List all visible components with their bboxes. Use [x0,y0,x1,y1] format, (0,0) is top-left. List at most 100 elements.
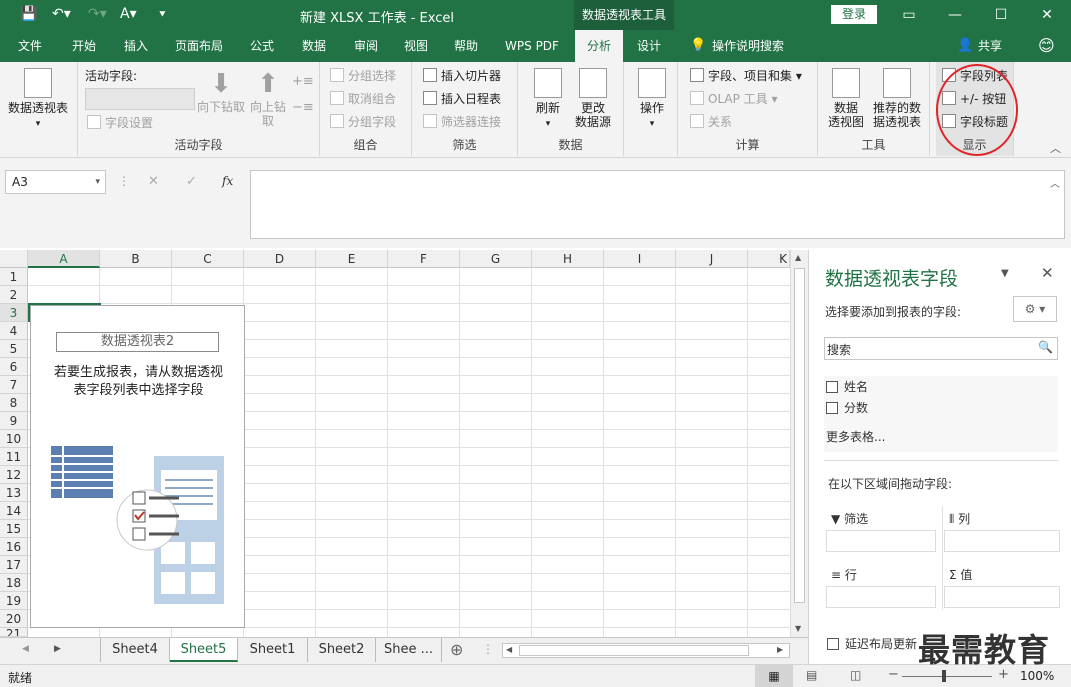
row-header[interactable]: 21 [0,628,28,637]
add-sheet-icon[interactable]: ⊕ [450,640,463,659]
tab-file[interactable]: 文件 [8,30,52,62]
pane-close-icon[interactable]: ✕ [1041,264,1054,282]
pivot-table-button[interactable]: 数据透视表 ▾ [6,68,70,131]
smiley-icon[interactable]: 😊 [1038,36,1055,55]
ribbon-display-icon[interactable]: ▭ [886,0,932,30]
undo-icon[interactable]: ↶▾ [52,6,71,22]
tab-formulas[interactable]: 公式 [240,30,284,62]
row-header[interactable]: 15 [0,520,28,538]
page-layout-view-icon[interactable]: ▤ [806,668,817,682]
horizontal-scrollbar[interactable]: ◀ ▶ [502,643,790,658]
values-drop-zone[interactable] [944,586,1060,608]
name-box[interactable]: A3 ▾ [5,170,106,194]
tab-analyze[interactable]: 分析 [575,30,623,62]
gear-icon[interactable]: ⚙ ▾ [1013,296,1057,322]
select-all-corner[interactable] [0,250,28,268]
column-header[interactable]: I [604,250,676,268]
row-header[interactable]: 12 [0,466,28,484]
login-button[interactable]: 登录 [831,5,877,24]
column-header[interactable]: F [388,250,460,268]
scroll-down-icon[interactable]: ▼ [795,624,801,633]
normal-view-icon[interactable]: ▦ [755,665,793,687]
enter-icon[interactable]: ✓ [186,174,197,189]
redo-icon[interactable]: ↷▾ [88,6,107,22]
checkbox[interactable] [826,381,838,393]
vertical-scrollbar[interactable]: ▲ ▼ [790,250,808,637]
formula-input[interactable]: ︿ [250,170,1065,239]
row-header[interactable]: 2 [0,286,28,304]
row-header[interactable]: 18 [0,574,28,592]
pivot-placeholder[interactable]: 数据透视表2 若要生成报表，请从数据透视 表字段列表中选择字段 [30,305,245,628]
insert-function-icon[interactable]: fx [222,174,233,188]
column-header[interactable]: E [316,250,388,268]
collapse-field-icon[interactable]: −≡ [292,100,314,115]
columns-drop-zone[interactable] [944,530,1060,552]
defer-layout-update[interactable]: 延迟布局更新 [827,635,917,652]
field-settings-button[interactable]: 字段设置 [87,113,153,133]
column-header[interactable]: H [532,250,604,268]
field-item[interactable]: 分数 [826,399,868,416]
worksheet-grid[interactable]: A B C D E F G H I J K 1 2 3 4 5 6 7 8 9 … [0,250,808,637]
tab-design[interactable]: 设计 [626,30,672,62]
save-icon[interactable]: 💾 [20,6,37,22]
minimize-icon[interactable]: — [932,0,978,30]
tab-wps-pdf[interactable]: WPS PDF [496,30,568,62]
tell-me-search[interactable]: 操作说明搜索 [712,30,792,62]
zoom-slider[interactable] [902,676,992,677]
field-search-input[interactable]: 搜索 🔍 [824,337,1058,360]
tab-data[interactable]: 数据 [292,30,336,62]
column-header[interactable]: G [460,250,532,268]
customize-qat-icon[interactable]: ⯆ [158,8,167,22]
filters-drop-zone[interactable] [826,530,936,552]
tab-page-layout[interactable]: 页面布局 [168,30,230,62]
column-header[interactable]: A [28,250,100,268]
row-header[interactable]: 9 [0,412,28,430]
tab-help[interactable]: 帮助 [444,30,488,62]
sheet-tab[interactable]: Sheet4 [100,638,170,662]
split-handle-icon[interactable]: ⋮ [482,642,494,656]
insert-slicer-button[interactable]: 插入切片器 [423,66,501,86]
column-header[interactable]: B [100,250,172,268]
group-field-button[interactable]: 分组字段 [330,112,396,132]
page-break-view-icon[interactable]: ◫ [850,668,861,682]
change-data-source-button[interactable]: 更改 数据源 [568,68,618,129]
relationships-button[interactable]: 关系 [690,112,732,132]
hscroll-thumb[interactable] [519,645,749,656]
cancel-icon[interactable]: ✕ [148,174,159,189]
sheet-tab[interactable]: Sheet2 [308,638,376,662]
row-header[interactable]: 13 [0,484,28,502]
olap-tools-button[interactable]: OLAP 工具 ▾ [690,89,778,109]
scroll-thumb[interactable] [794,268,805,603]
checkbox[interactable] [827,638,839,650]
tab-review[interactable]: 审阅 [344,30,388,62]
row-header[interactable]: 14 [0,502,28,520]
share-button[interactable]: 共享 [975,30,1005,62]
row-header[interactable]: 5 [0,340,28,358]
maximize-icon[interactable]: ☐ [978,0,1024,30]
close-icon[interactable]: ✕ [1024,0,1070,30]
pivot-chart-button[interactable]: 数据 透视图 [824,68,868,129]
collapse-ribbon-icon[interactable]: ︿ [1050,140,1061,156]
row-header[interactable]: 17 [0,556,28,574]
sheet-tab[interactable]: Shee ... [376,638,442,662]
ungroup-button[interactable]: 取消组合 [330,89,396,109]
drill-up-button[interactable]: ⬆ 向上钻取 [248,68,288,128]
row-header[interactable]: 8 [0,394,28,412]
rows-drop-zone[interactable] [826,586,936,608]
scroll-right-icon[interactable]: ▶ [777,645,783,654]
drill-down-button[interactable]: ⬇ 向下钻取 [196,68,246,114]
recommended-pivot-button[interactable]: 推荐的数 据透视表 [868,68,926,129]
group-selection-button[interactable]: 分组选择 [330,66,396,86]
column-header[interactable]: D [244,250,316,268]
row-header[interactable]: 20 [0,610,28,628]
pane-options-icon[interactable]: ▼ [1001,268,1009,279]
sheet-tab[interactable]: Sheet1 [238,638,308,662]
row-header[interactable]: 1 [0,268,28,286]
row-header[interactable]: 11 [0,448,28,466]
insert-timeline-button[interactable]: 插入日程表 [423,89,501,109]
refresh-button[interactable]: 刷新 ▾ [528,68,568,131]
tab-view[interactable]: 视图 [394,30,438,62]
scroll-left-icon[interactable]: ◀ [506,645,512,654]
row-header[interactable]: 10 [0,430,28,448]
row-header[interactable]: 19 [0,592,28,610]
